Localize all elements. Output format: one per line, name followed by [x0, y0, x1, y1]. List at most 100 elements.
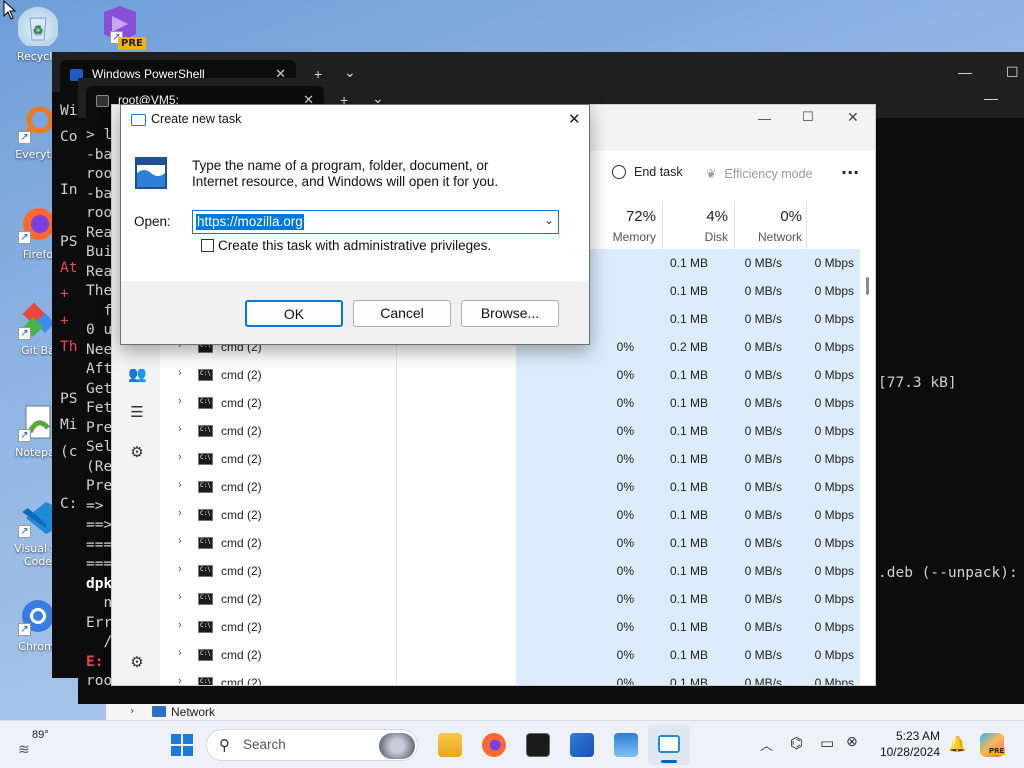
open-input[interactable]: https://mozilla.org [196, 214, 304, 230]
cpu-cell: 0% [616, 424, 634, 438]
terminal-output-line: > l [86, 127, 113, 143]
memory-cell: 0.1 MB [669, 396, 708, 410]
table-row[interactable]: › cmd (2) 0% 0.1 MB 0 MB/s 0 Mbps [160, 445, 861, 473]
memory-cell: 0.1 MB [669, 312, 708, 326]
display-icon[interactable]: ▭ [820, 734, 834, 752]
minimize-icon[interactable]: — [984, 90, 998, 106]
taskbar: 89° ≋ ⚲ Search ︿ ⌬ ▭ ⊗ 5:23 AM 10/28/202… [0, 720, 1024, 768]
details-list-icon[interactable]: ☰ [128, 403, 146, 421]
desktop-icon-visual-studio-preview[interactable]: ↗ PRE [80, 4, 156, 50]
disk-column-header[interactable]: Disk [660, 230, 728, 244]
memory-column-percent[interactable]: 72% [586, 208, 656, 225]
table-row[interactable]: › cmd (2) 0% 0.1 MB 0 MB/s 0 Mbps [160, 389, 861, 417]
expand-chevron-icon[interactable]: › [178, 395, 182, 407]
terminal-output-line: (Re [86, 458, 113, 475]
terminal-output-line: Get [86, 380, 113, 397]
disk-cell: 0 MB/s [744, 424, 782, 438]
ok-button[interactable]: OK [245, 300, 343, 327]
cancel-button[interactable]: Cancel [353, 300, 451, 327]
table-row[interactable]: › cmd (2) 0% 0.1 MB 0 MB/s 0 Mbps [160, 613, 861, 641]
services-icon[interactable]: ⚙ [128, 443, 146, 461]
network-status-icon[interactable]: ⌬ [790, 734, 803, 752]
network-label[interactable]: Network [171, 705, 215, 719]
scrollbar-thumb[interactable] [866, 277, 869, 295]
cpu-cell: 0% [616, 480, 634, 494]
network-column-header[interactable]: Network [732, 230, 802, 244]
copilot-button[interactable]: PRE [980, 733, 1006, 757]
terminal-taskbar-icon[interactable] [526, 733, 550, 757]
efficiency-mode-button[interactable]: ❦ Efficiency mode [706, 166, 813, 181]
description-line: Type the name of a program, folder, docu… [192, 158, 489, 173]
table-row[interactable]: › cmd (2) 0% 0.1 MB 0 MB/s 0 Mbps [160, 361, 861, 389]
expand-chevron-icon[interactable]: › [178, 647, 182, 659]
table-row[interactable]: › cmd (2) 0% 0.1 MB 0 MB/s 0 Mbps [160, 473, 861, 501]
disk-cell: 0 MB/s [744, 592, 782, 606]
browse-button[interactable]: Browse... [461, 300, 559, 327]
memory-column-header[interactable]: Memory [586, 230, 656, 244]
admin-privileges-label[interactable]: Create this task with administrative pri… [218, 238, 491, 253]
file-explorer-window-strip[interactable]: › Network [106, 704, 1024, 720]
table-row[interactable]: › cmd (2) 0% 0.1 MB 0 MB/s 0 Mbps [160, 557, 861, 585]
terminal-output-line: Co [60, 129, 78, 146]
file-explorer-icon[interactable] [438, 733, 462, 757]
volume-muted-icon[interactable]: ⊗ [846, 734, 858, 750]
table-row[interactable]: › cmd (2) 0% 0.1 MB 0 MB/s 0 Mbps [160, 669, 861, 686]
table-row[interactable]: › cmd (2) 0% 0.1 MB 0 MB/s 0 Mbps [160, 585, 861, 613]
expand-chevron-icon[interactable]: › [178, 563, 182, 575]
minimize-icon[interactable]: — [758, 111, 771, 126]
expand-chevron-icon[interactable]: › [178, 535, 182, 547]
expand-chevron-icon[interactable]: › [178, 423, 182, 435]
disk-cell: 0 MB/s [744, 340, 782, 354]
terminal-output-line: + [60, 286, 69, 303]
expand-chevron-icon[interactable]: › [178, 591, 182, 603]
table-row[interactable]: › cmd (2) 0% 0.1 MB 0 MB/s 0 Mbps [160, 529, 861, 557]
expand-chevron-icon[interactable]: › [178, 675, 182, 685]
cmd-icon [198, 397, 213, 409]
expand-chevron-icon[interactable]: › [178, 367, 182, 379]
disk-column-percent[interactable]: 4% [660, 208, 728, 225]
users-icon[interactable]: 👥 [128, 365, 147, 383]
end-task-button[interactable]: End task [612, 165, 683, 179]
show-hidden-icons-chevron-icon[interactable]: ︿ [760, 735, 773, 754]
memory-cell: 0.1 MB [669, 368, 708, 382]
settings-icon[interactable]: ⚙ [128, 653, 146, 671]
end-task-icon [612, 165, 626, 179]
memory-cell: 0.1 MB [669, 256, 708, 270]
more-options-button[interactable]: ··· [841, 163, 859, 182]
chevron-down-icon[interactable]: ⌄ [544, 213, 554, 227]
disk-cell: 0 MB/s [744, 368, 782, 382]
disk-cell: 0 MB/s [744, 676, 782, 686]
remote-desktop-taskbar-icon[interactable] [614, 733, 638, 757]
taskbar-search[interactable]: ⚲ Search [206, 729, 418, 761]
close-icon[interactable]: ✕ [847, 110, 859, 126]
start-button[interactable] [170, 733, 194, 757]
terminal-output-line: E: [86, 653, 113, 670]
terminal-output-line: The [86, 283, 113, 299]
clock-date[interactable]: 10/28/2024 [870, 745, 940, 759]
maximize-icon[interactable]: ☐ [802, 110, 814, 125]
terminal-output-line: PS [60, 391, 78, 408]
open-combobox[interactable]: https://mozilla.org ⌄ [192, 210, 559, 234]
task-manager-taskbar-button[interactable] [648, 725, 690, 765]
close-icon[interactable]: ✕ [568, 110, 581, 128]
admin-privileges-checkbox[interactable] [201, 239, 214, 252]
network-cell: 0 Mbps [814, 284, 854, 298]
cpu-cell: 0% [616, 592, 634, 606]
network-icon [152, 706, 166, 717]
mouse-cursor-icon [3, 0, 17, 20]
table-row[interactable]: › cmd (2) 0% 0.1 MB 0 MB/s 0 Mbps [160, 501, 861, 529]
table-row[interactable]: › cmd (2) 0% 0.1 MB 0 MB/s 0 Mbps [160, 417, 861, 445]
expand-chevron-icon[interactable]: › [178, 619, 182, 631]
visual-studio-icon: ↗ PRE [98, 4, 146, 50]
firefox-taskbar-icon[interactable] [482, 733, 506, 757]
weather-widget[interactable]: 89° ≋ [18, 729, 58, 761]
powershell-taskbar-icon[interactable] [570, 733, 594, 757]
expand-chevron-icon[interactable]: › [178, 507, 182, 519]
notification-bell-icon[interactable]: 🔔 [948, 735, 967, 753]
table-row[interactable]: › cmd (2) 0% 0.1 MB 0 MB/s 0 Mbps [160, 641, 861, 669]
column-divider [806, 201, 807, 249]
network-column-percent[interactable]: 0% [732, 208, 802, 225]
clock-time[interactable]: 5:23 AM [880, 729, 940, 743]
expand-chevron-icon[interactable]: › [178, 451, 182, 463]
expand-chevron-icon[interactable]: › [178, 479, 182, 491]
